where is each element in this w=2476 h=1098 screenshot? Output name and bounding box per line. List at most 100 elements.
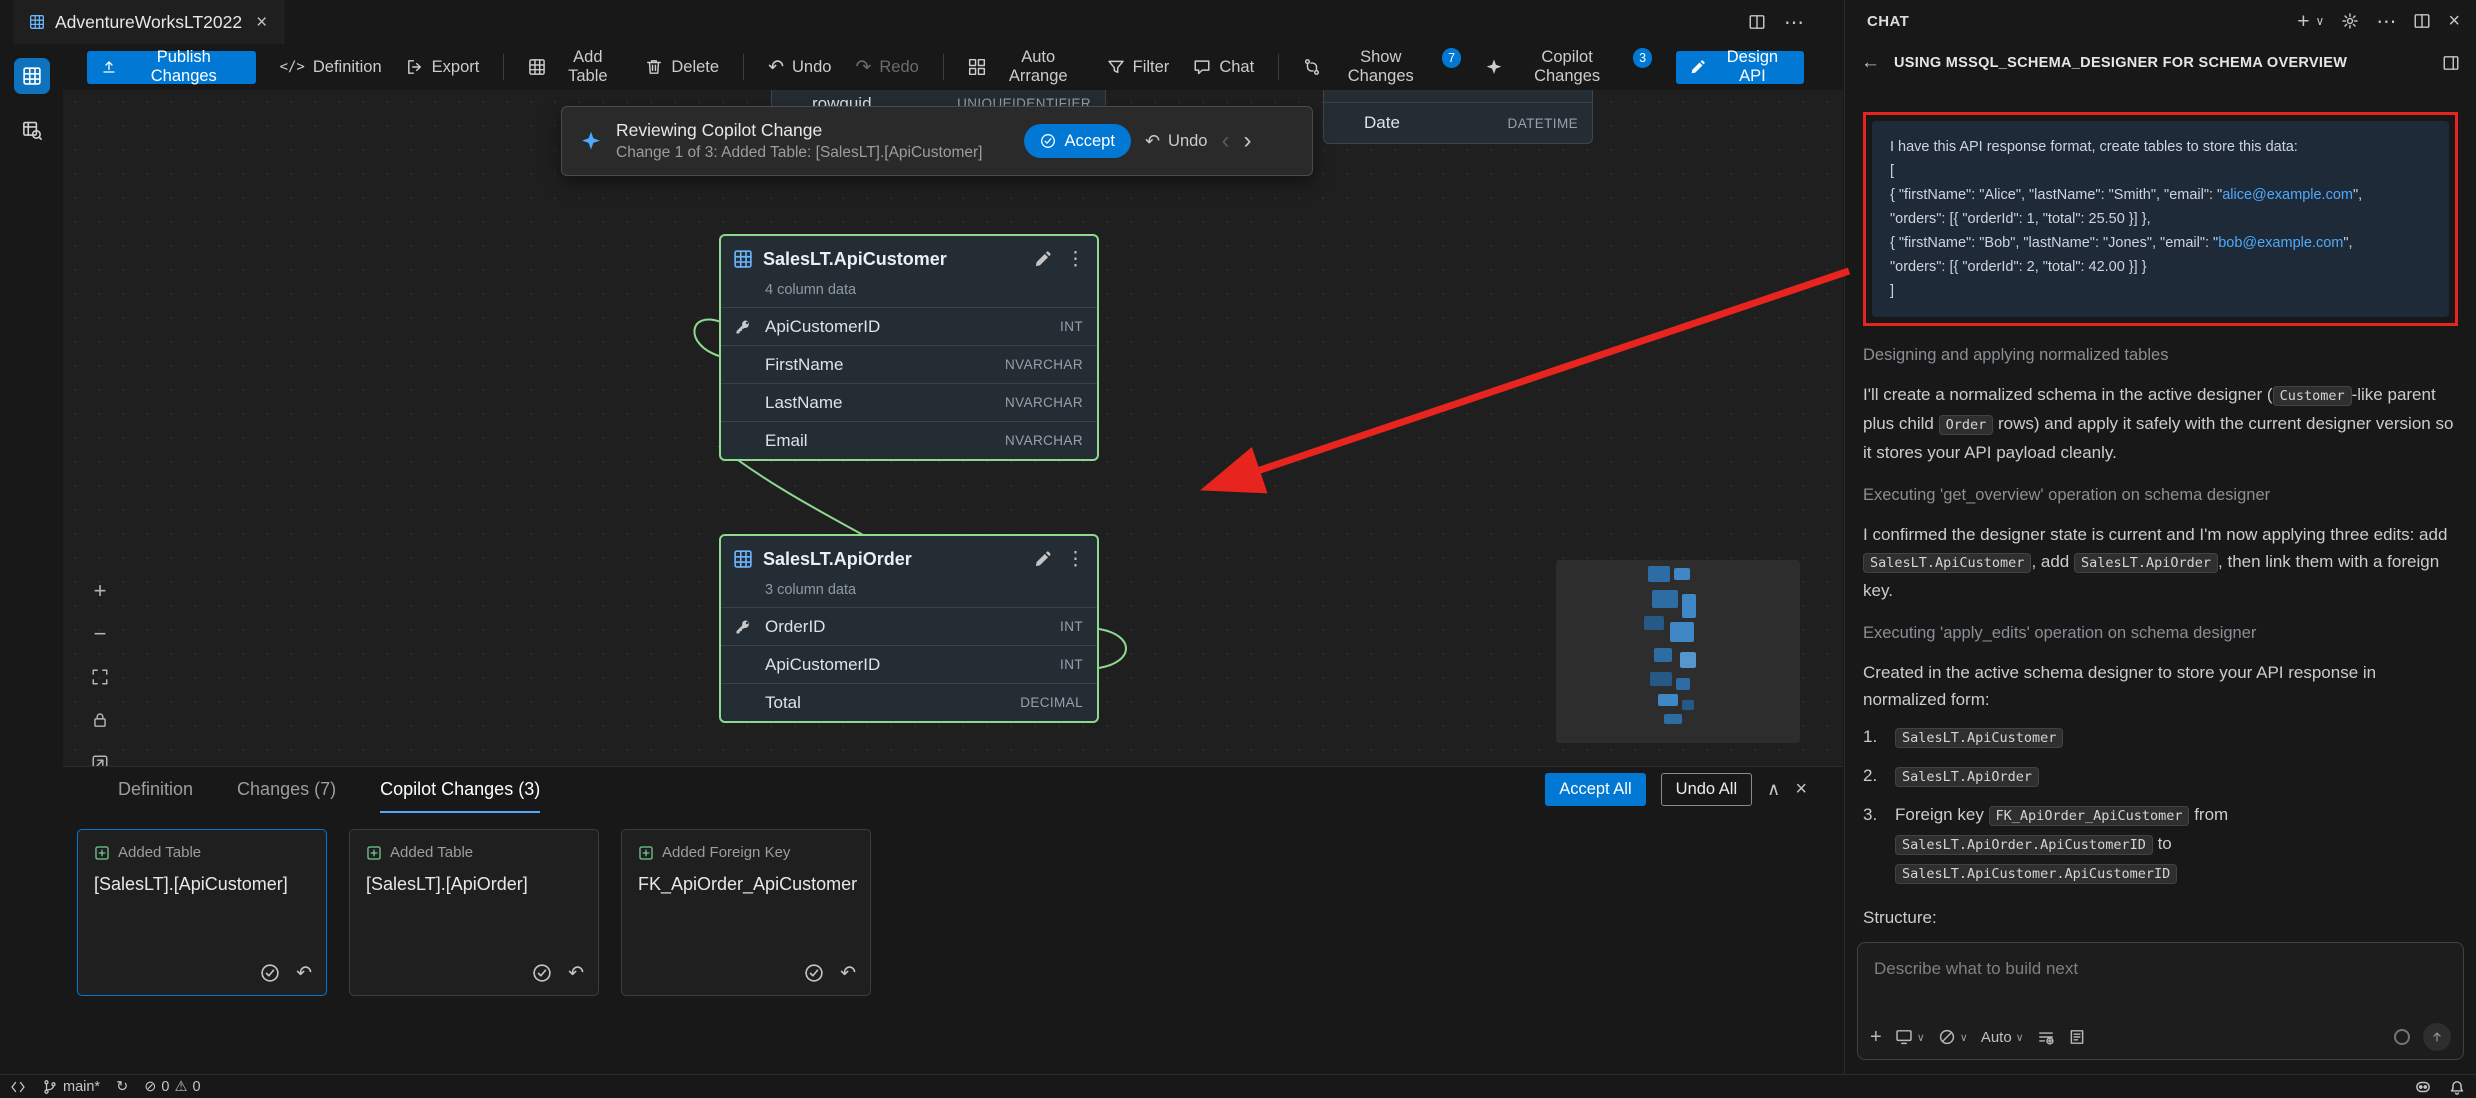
- table-menu-icon[interactable]: ⋮: [1066, 550, 1085, 569]
- text-segment: Created in the active schema designer to…: [1863, 663, 2376, 709]
- chevron-down-icon[interactable]: ∨: [2316, 14, 2325, 28]
- more-actions-icon[interactable]: ⋯: [2376, 9, 2396, 34]
- list-text: SalesLT.ApiCustomer: [1895, 723, 2458, 752]
- chat-input[interactable]: [1866, 951, 2455, 987]
- model-selector[interactable]: Auto ∨: [1981, 1029, 2024, 1046]
- table-menu-icon[interactable]: ⋮: [1066, 250, 1085, 269]
- error-icon: ⊘: [144, 1079, 156, 1095]
- monitor-icon: [1895, 1028, 1913, 1046]
- tab-close-icon[interactable]: ×: [256, 13, 267, 32]
- column-row[interactable]: LastNameNVARCHAR: [721, 383, 1097, 421]
- undo-all-button[interactable]: Undo All: [1661, 773, 1752, 806]
- copilot-changes-button[interactable]: Copilot Changes 3: [1485, 48, 1652, 86]
- column-row[interactable]: ApiCustomerIDINT: [721, 645, 1097, 683]
- error-count: 0: [161, 1079, 169, 1095]
- attach-icon[interactable]: +: [1870, 1026, 1882, 1049]
- accept-change-icon[interactable]: [804, 963, 824, 983]
- accept-label: Accept: [1064, 132, 1114, 151]
- undo-button[interactable]: ↶ Undo: [768, 56, 831, 79]
- email-link[interactable]: alice@example.com: [2222, 187, 2353, 203]
- change-card-apiorder[interactable]: Added Table [SalesLT].[ApiOrder] ↶: [349, 829, 599, 996]
- editor-actions: ⋯: [1748, 0, 1804, 44]
- editor-more-icon[interactable]: ⋯: [1784, 10, 1804, 35]
- add-table-button[interactable]: Add Table: [528, 48, 621, 86]
- column-row[interactable]: ApiCustomerIDINT: [721, 307, 1097, 345]
- copilot-status-icon[interactable]: [2414, 1078, 2432, 1096]
- list-item: 3. Foreign key FK_ApiOrder_ApiCustomer f…: [1863, 801, 2458, 888]
- delete-button[interactable]: Delete: [645, 58, 719, 77]
- change-card-apicustomer[interactable]: Added Table [SalesLT].[ApiCustomer] ↶: [77, 829, 327, 996]
- table-card-apiorder[interactable]: SalesLT.ApiOrder ⋮ 3 column data OrderID…: [719, 534, 1099, 723]
- accept-change-icon[interactable]: [260, 963, 280, 983]
- collapse-panel-icon[interactable]: ∧: [1767, 779, 1780, 800]
- auto-arrange-button[interactable]: Auto Arrange: [968, 48, 1083, 86]
- export-diagram-button[interactable]: [85, 748, 115, 766]
- zoom-in-button[interactable]: +: [85, 576, 115, 606]
- accept-all-button[interactable]: Accept All: [1545, 773, 1645, 806]
- publish-changes-button[interactable]: Publish Changes: [87, 51, 256, 84]
- close-panel-icon[interactable]: ×: [1795, 778, 1807, 801]
- filter-button[interactable]: Filter: [1107, 58, 1170, 77]
- schema-canvas[interactable]: rowguid UNIQUEIDENTIFIER Date DATETIME R…: [63, 90, 1843, 766]
- column-row[interactable]: OrderIDINT: [721, 607, 1097, 645]
- column-row[interactable]: TotalDECIMAL: [721, 683, 1097, 721]
- tab-definition[interactable]: Definition: [118, 767, 193, 813]
- tab-title: AdventureWorksLT2022: [55, 12, 242, 33]
- panel-layout-icon[interactable]: [2442, 54, 2460, 72]
- change-card-foreignkey[interactable]: Added Foreign Key FK_ApiOrder_ApiCustome…: [621, 829, 871, 996]
- close-chat-icon[interactable]: ×: [2448, 11, 2460, 31]
- accept-change-icon[interactable]: [532, 963, 552, 983]
- column-row[interactable]: EmailNVARCHAR: [721, 421, 1097, 459]
- zoom-out-button[interactable]: −: [85, 619, 115, 649]
- table-fragment[interactable]: Date DATETIME: [1323, 90, 1593, 144]
- undo-change-icon[interactable]: ↶: [840, 964, 856, 983]
- schema-designer-icon[interactable]: [14, 58, 50, 94]
- export-button[interactable]: Export: [406, 58, 480, 77]
- code-icon: </>: [280, 59, 305, 75]
- show-changes-button[interactable]: Show Changes 7: [1303, 48, 1461, 86]
- undo-change-icon[interactable]: ↶: [296, 964, 312, 983]
- accept-change-button[interactable]: Accept: [1024, 124, 1130, 158]
- inline-code: SalesLT.ApiCustomer: [1863, 553, 2031, 573]
- edit-table-icon[interactable]: [1034, 550, 1052, 568]
- diff-added-icon: [366, 845, 382, 861]
- chat-button[interactable]: Chat: [1193, 58, 1254, 77]
- branch-indicator[interactable]: main*: [42, 1079, 100, 1095]
- column-row[interactable]: Date DATETIME: [1324, 103, 1592, 143]
- remote-icon[interactable]: [10, 1079, 26, 1095]
- sync-icon[interactable]: ↻: [116, 1079, 128, 1095]
- minimap[interactable]: [1556, 560, 1800, 743]
- undo-change-icon[interactable]: ↶: [568, 964, 584, 983]
- new-chat-icon[interactable]: +: [2297, 11, 2309, 32]
- back-arrow-icon[interactable]: ←: [1861, 52, 1880, 74]
- undo-change-button[interactable]: ↶ Undo: [1145, 131, 1208, 152]
- list-text: Foreign key FK_ApiOrder_ApiCustomer from…: [1895, 801, 2458, 888]
- design-api-button[interactable]: Design API: [1676, 51, 1804, 84]
- gear-icon[interactable]: [2341, 12, 2359, 30]
- split-editor-icon[interactable]: [1748, 13, 1766, 31]
- tab-adventureworks[interactable]: AdventureWorksLT2022 ×: [13, 0, 284, 44]
- lock-button[interactable]: [85, 705, 115, 735]
- chevron-down-icon: ∨: [1960, 1031, 1968, 1044]
- search-tables-icon[interactable]: [14, 112, 50, 148]
- bell-icon[interactable]: [2448, 1078, 2466, 1096]
- screen-context-selector[interactable]: ∨: [1895, 1028, 1925, 1046]
- open-in-editor-icon[interactable]: [2413, 12, 2431, 30]
- instructions-icon[interactable]: [2068, 1028, 2086, 1046]
- chat-input-box[interactable]: + ∨ ∨ Auto ∨: [1857, 942, 2464, 1060]
- tab-changes[interactable]: Changes (7): [237, 767, 336, 813]
- fit-view-button[interactable]: [85, 662, 115, 692]
- edit-table-icon[interactable]: [1034, 250, 1052, 268]
- warning-count: 0: [192, 1079, 200, 1095]
- column-name: Total: [765, 693, 1020, 713]
- email-link[interactable]: bob@example.com: [2218, 235, 2343, 251]
- problems-indicator[interactable]: ⊘ 0 ⚠ 0: [144, 1079, 200, 1095]
- tab-copilot-changes[interactable]: Copilot Changes (3): [380, 767, 540, 813]
- mode-selector[interactable]: ∨: [1938, 1028, 1968, 1046]
- tools-icon[interactable]: [2037, 1028, 2055, 1046]
- definition-button[interactable]: </> Definition: [280, 58, 382, 77]
- next-change-icon[interactable]: ›: [1243, 129, 1251, 153]
- send-button[interactable]: [2423, 1023, 2451, 1051]
- column-row[interactable]: FirstNameNVARCHAR: [721, 345, 1097, 383]
- table-card-apicustomer[interactable]: SalesLT.ApiCustomer ⋮ 4 column data ApiC…: [719, 234, 1099, 461]
